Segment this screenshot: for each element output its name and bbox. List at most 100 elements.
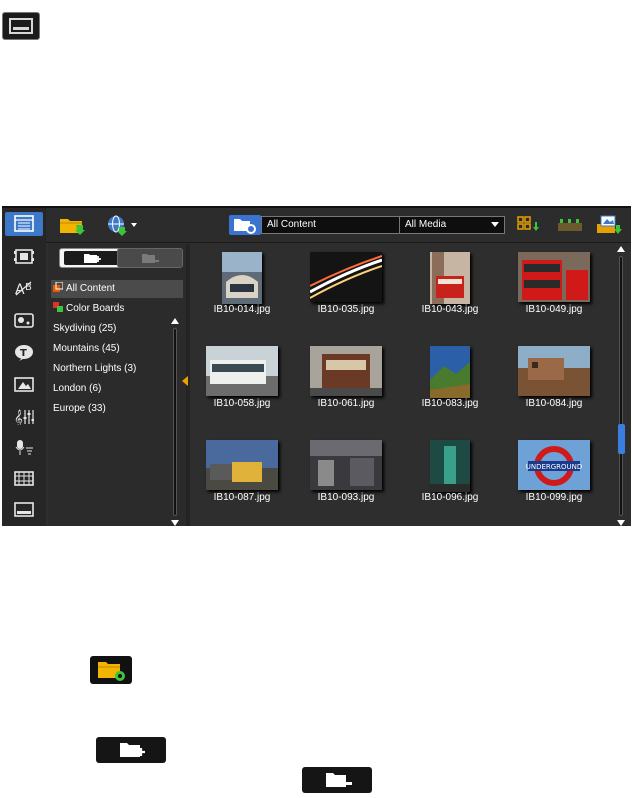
audio-rail-button[interactable]: 𝄞 xyxy=(5,405,43,429)
thumbnail-caption: IB10-014.jpg xyxy=(213,304,271,315)
online-content-button[interactable] xyxy=(104,213,138,237)
instant-project-rail-button[interactable] xyxy=(5,245,43,269)
media-rail-button[interactable] xyxy=(5,212,43,236)
thumbnail-item[interactable]: IB10-058.jpg xyxy=(190,340,294,432)
remove-folder-icon xyxy=(302,767,372,793)
collapse-arrow-icon[interactable] xyxy=(182,376,188,386)
tree-item-label: London (6) xyxy=(53,383,102,394)
thumbnail-item[interactable]: IB10-049.jpg xyxy=(502,246,606,338)
scroll-up-icon[interactable] xyxy=(171,318,179,324)
thumbnail-image xyxy=(518,252,590,302)
tree-item-northern-lights[interactable]: Northern Lights (3) xyxy=(53,360,136,378)
thumbnail-item[interactable]: IB10-093.jpg xyxy=(294,434,398,526)
thumbnail-item[interactable]: IB10-096.jpg xyxy=(398,434,502,526)
thumbnail-image xyxy=(206,346,278,396)
auto-music-rail-button[interactable] xyxy=(5,467,43,491)
chevron-down-icon xyxy=(491,222,499,227)
tree-item-label: Europe (33) xyxy=(53,403,106,414)
tree-item-label: Mountains (45) xyxy=(53,343,120,354)
media-filter-value: All Media xyxy=(405,219,447,230)
thumbnail-caption: IB10-084.jpg xyxy=(525,398,583,409)
tree-item-skydiving[interactable]: Skydiving (25) xyxy=(53,320,116,338)
thumbnail-caption: IB10-093.jpg xyxy=(317,492,375,503)
folder-tree: All Content Color Boards Skydiving (25) … xyxy=(48,244,186,526)
thumbnail-item[interactable]: IB10-035.jpg xyxy=(294,246,398,338)
view-options-button[interactable] xyxy=(516,213,546,237)
title-rail-button[interactable]: T xyxy=(5,341,43,365)
thumbnail-item[interactable]: IB10-061.jpg xyxy=(294,340,398,432)
add-folder-button[interactable] xyxy=(59,248,125,268)
audio-mixer-icon: 𝄞 xyxy=(14,409,34,425)
tree-item-label: Northern Lights (3) xyxy=(53,363,137,374)
tree-item-color-boards[interactable]: Color Boards xyxy=(53,300,124,318)
all-content-icon xyxy=(53,281,64,292)
thumbnail-image: UNDERGROUND xyxy=(518,440,590,490)
transitions-rail-button[interactable]: A B xyxy=(5,277,43,301)
remove-folder-button[interactable] xyxy=(117,248,183,268)
tree-item-label: All Content xyxy=(66,283,115,294)
thumbnail-caption: IB10-087.jpg xyxy=(213,492,271,503)
thumbnail-image xyxy=(430,440,470,492)
thumbnail-caption: IB10-058.jpg xyxy=(213,398,271,409)
thumbnail-image xyxy=(310,346,382,396)
library-toolbar: All Content All Media xyxy=(46,208,631,243)
globe-download-icon xyxy=(108,215,137,236)
filters-rail-button[interactable] xyxy=(5,309,43,333)
record-capture-icon xyxy=(15,440,33,455)
thumbnail-image xyxy=(430,252,470,304)
instant-project-icon xyxy=(14,249,34,264)
export-button[interactable] xyxy=(594,213,624,237)
scroll-up-icon[interactable] xyxy=(617,246,625,252)
tree-item-london[interactable]: London (6) xyxy=(53,380,101,398)
media-icon xyxy=(14,215,34,232)
thumbnail-item[interactable]: IB10-087.jpg xyxy=(190,434,294,526)
new-folder-icon xyxy=(64,251,120,265)
scroll-down-icon[interactable] xyxy=(171,520,179,526)
color-boards-icon xyxy=(53,301,63,312)
film-strip-icon xyxy=(558,219,582,231)
thumbnail-item[interactable]: UNDERGROUND IB10-099.jpg xyxy=(502,434,606,526)
svg-text:𝄞: 𝄞 xyxy=(14,409,23,425)
thumbnail-caption: IB10-099.jpg xyxy=(525,492,583,503)
folder-filter-value: All Content xyxy=(267,219,316,230)
graphics-icon xyxy=(14,377,34,392)
media-library-panel: A B T 𝄞 All Content All Media All Conten… xyxy=(2,206,631,526)
tree-scrollbar[interactable] xyxy=(171,318,179,526)
thumbnail-item[interactable]: IB10-014.jpg xyxy=(190,246,294,338)
captions-screen-icon xyxy=(2,12,40,40)
subtitle-rail-button[interactable] xyxy=(5,498,43,522)
scroll-down-icon[interactable] xyxy=(617,520,625,526)
auto-music-icon xyxy=(14,471,34,486)
import-folder-button[interactable] xyxy=(58,213,88,237)
scroll-thumb[interactable] xyxy=(618,424,625,454)
browse-folder-button[interactable] xyxy=(229,215,261,235)
thumbnail-caption: IB10-043.jpg xyxy=(421,304,479,315)
folder-filter-dropdown[interactable]: All Content xyxy=(261,216,422,234)
sign-text: UNDERGROUND xyxy=(526,463,583,471)
folder-gear-icon xyxy=(90,656,132,684)
thumbnail-image xyxy=(518,346,590,396)
transitions-icon: A B xyxy=(15,281,32,297)
thumbnail-caption: IB10-083.jpg xyxy=(421,398,479,409)
thumbnail-image xyxy=(206,440,278,490)
side-rail: A B T 𝄞 xyxy=(2,208,46,526)
folder-import-icon xyxy=(60,219,85,235)
tree-item-mountains[interactable]: Mountains (45) xyxy=(53,340,120,358)
tree-item-europe[interactable]: Europe (33) xyxy=(53,400,106,418)
grid-scrollbar[interactable] xyxy=(617,246,625,526)
thumbnail-item[interactable]: IB10-083.jpg xyxy=(398,340,502,432)
filters-icon xyxy=(14,313,34,328)
graphics-rail-button[interactable] xyxy=(5,373,43,397)
thumbnail-caption: IB10-096.jpg xyxy=(421,492,479,503)
media-filter-dropdown[interactable]: All Media xyxy=(399,216,505,234)
thumbnail-item[interactable]: IB10-043.jpg xyxy=(398,246,502,338)
storyboard-button[interactable] xyxy=(554,213,588,237)
thumbnail-caption: IB10-049.jpg xyxy=(525,304,583,315)
record-rail-button[interactable] xyxy=(5,436,43,460)
tree-item-all-content[interactable]: All Content xyxy=(51,280,183,298)
thumbnail-caption: IB10-035.jpg xyxy=(317,304,375,315)
thumbnail-grid-icon xyxy=(517,216,539,231)
tree-item-label: Color Boards xyxy=(66,303,125,314)
new-folder-icon xyxy=(96,737,166,763)
thumbnail-item[interactable]: IB10-084.jpg xyxy=(502,340,606,432)
